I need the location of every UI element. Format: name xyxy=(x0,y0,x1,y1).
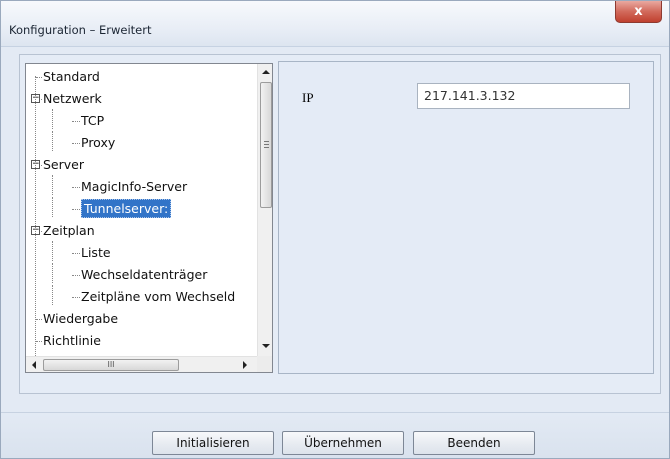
tree-item[interactable]: Wechseldatenträger xyxy=(81,265,207,284)
tree-connector xyxy=(35,76,36,356)
tree-connector xyxy=(72,253,80,254)
tree-connector xyxy=(52,175,53,195)
tree-item[interactable]: Proxy xyxy=(81,133,115,152)
tree-connector xyxy=(36,77,42,78)
settings-tree[interactable]: Standard − Netzwerk TCP Proxy − Server MagicInf… xyxy=(25,63,273,373)
tree-connector xyxy=(36,341,42,342)
tree-item-label: Liste xyxy=(81,245,111,260)
tree-connector xyxy=(72,209,80,210)
tree-connector xyxy=(72,297,80,298)
tree-item-label: Richtlinie xyxy=(43,333,101,348)
ip-input[interactable]: 217.141.3.132 xyxy=(417,83,630,109)
tree-item[interactable]: Standard xyxy=(43,67,100,86)
tree-item-label: Netzwerk xyxy=(43,91,102,106)
title-bar: Konfiguration – Erweitert x xyxy=(1,1,669,47)
tree-viewport: Standard − Netzwerk TCP Proxy − Server MagicInf… xyxy=(26,64,257,356)
tree-item-label: MagicInfo-Server xyxy=(81,179,188,194)
tree-item-label: Wiedergabe xyxy=(43,311,119,326)
scroll-up-icon[interactable] xyxy=(262,70,270,74)
tree-connector xyxy=(52,285,53,305)
tree-vertical-scrollbar[interactable] xyxy=(257,64,272,356)
tree-item[interactable]: Tunnelserver: xyxy=(81,199,172,218)
tree-item-label: Proxy xyxy=(81,135,116,150)
close-button[interactable]: x xyxy=(615,1,662,23)
tree-item-label: Tunnelserver: xyxy=(81,199,172,218)
tree-item[interactable]: Zeitpläne vom Wechseld xyxy=(81,287,235,306)
tree-connector xyxy=(52,131,53,151)
tree-connector xyxy=(72,275,80,276)
tree-item[interactable]: Richtlinie xyxy=(43,331,101,350)
tree-item-label: Wechseldatenträger xyxy=(81,267,208,282)
tree-connector xyxy=(36,319,42,320)
tree-connector xyxy=(72,121,80,122)
initialize-button[interactable]: Initialisieren xyxy=(152,431,274,455)
scroll-grip-icon: III xyxy=(107,360,115,369)
tree-item[interactable]: Server xyxy=(43,155,84,174)
tree-item[interactable]: Netzwerk xyxy=(43,89,102,108)
tree-connector xyxy=(72,187,80,188)
apply-button[interactable]: Übernehmen xyxy=(282,431,404,455)
tree-item[interactable]: MagicInfo-Server xyxy=(81,177,187,196)
tree-connector xyxy=(52,263,53,283)
tree-item[interactable]: Liste xyxy=(81,243,111,262)
vertical-scroll-thumb[interactable] xyxy=(260,82,272,208)
ip-label: IP xyxy=(302,90,314,105)
tree-item-label: TCP xyxy=(81,113,105,128)
close-icon: x xyxy=(634,4,643,19)
window-title: Konfiguration – Erweitert xyxy=(9,23,152,37)
tree-connector xyxy=(52,241,53,261)
tree-item-label: Server xyxy=(43,157,84,172)
quit-button[interactable]: Beenden xyxy=(413,431,535,455)
config-window: Konfiguration – Erweitert x Standard − Net… xyxy=(0,0,670,459)
horizontal-scroll-thumb[interactable]: III xyxy=(43,359,179,371)
scroll-left-icon[interactable] xyxy=(32,361,36,369)
tree-item[interactable]: Zeitplan xyxy=(43,221,95,240)
tunnelserver-panel: IP 217.141.3.132 xyxy=(278,61,654,374)
tree-item-label: Standard xyxy=(43,69,100,84)
scroll-right-icon[interactable] xyxy=(243,361,247,369)
tree-item[interactable]: TCP xyxy=(81,111,104,130)
scroll-corner xyxy=(257,356,272,372)
scroll-down-icon[interactable] xyxy=(262,344,270,348)
tree-connector xyxy=(52,197,53,217)
tree-item[interactable]: Wiedergabe xyxy=(43,309,118,328)
tree-item-label: Zeitpläne vom Wechseld xyxy=(81,289,236,304)
tree-connector xyxy=(72,143,80,144)
tree-horizontal-scrollbar[interactable]: III xyxy=(26,356,257,372)
tree-item-label: Zeitplan xyxy=(43,223,95,238)
tree-connector xyxy=(52,109,53,129)
